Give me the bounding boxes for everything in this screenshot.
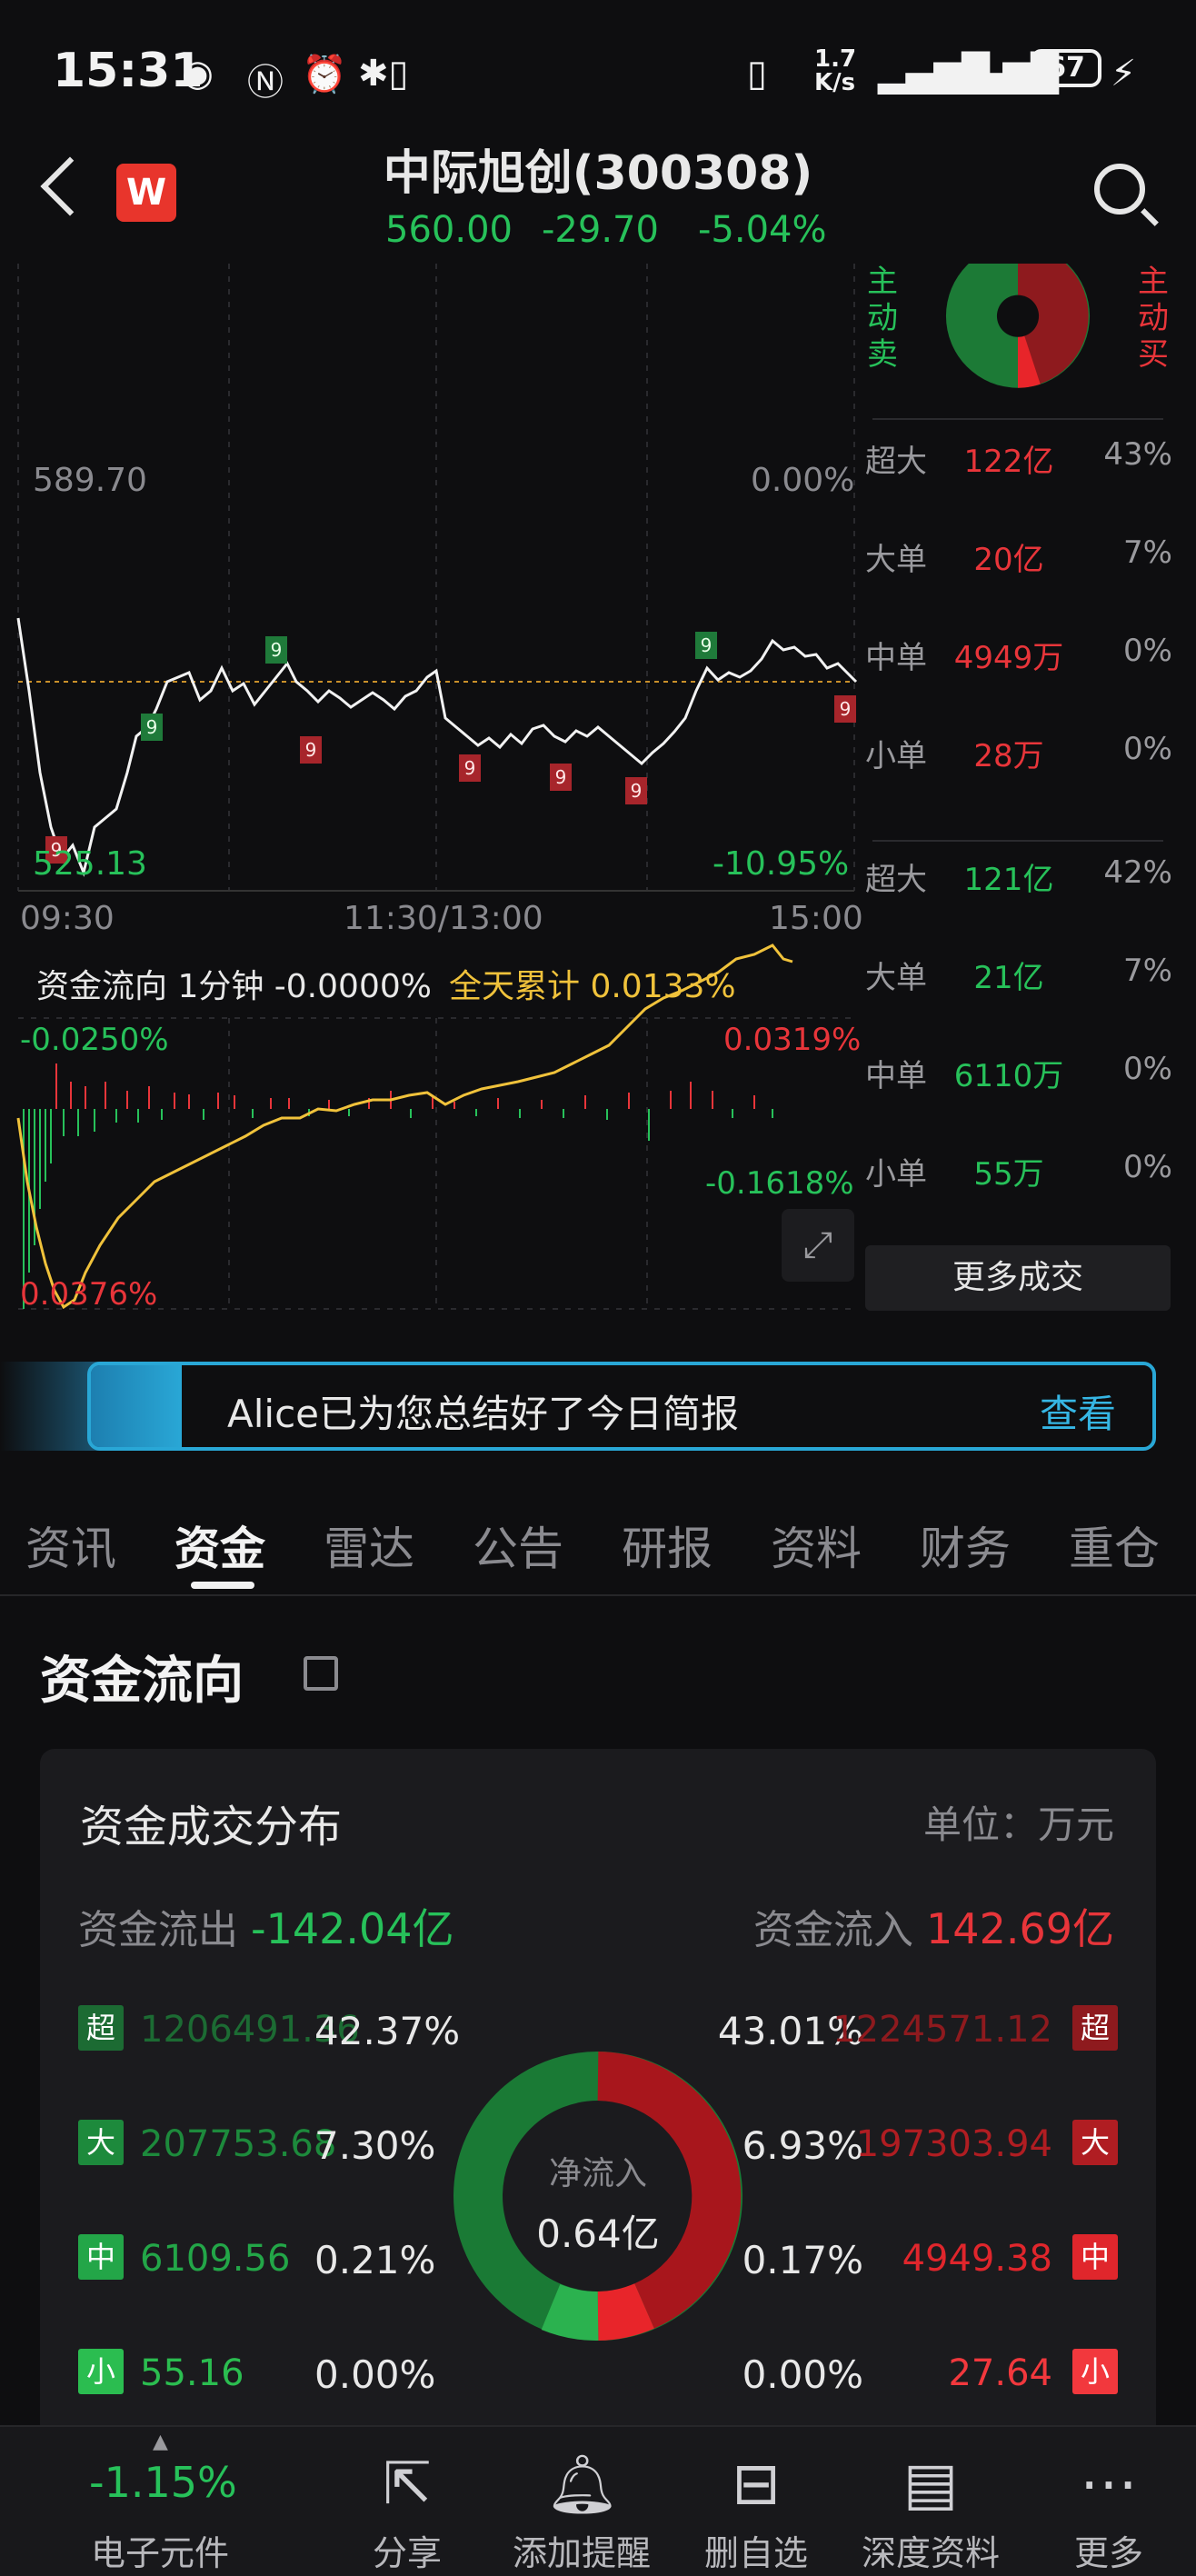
cumulative-flow-label: 全天累计 0.0133% bbox=[449, 968, 736, 1005]
y-high-pct-label: 0.00% bbox=[751, 462, 855, 499]
battery-indicator: 67 bbox=[1031, 49, 1101, 87]
inflow-value: 142.69亿 bbox=[926, 1904, 1114, 1953]
card-title: 资金成交分布 bbox=[80, 1802, 343, 1852]
x-label-mid: 11:30/13:00 bbox=[344, 900, 543, 937]
banner-accent bbox=[91, 1365, 182, 1447]
flow-mid-right: -0.1618% bbox=[705, 1165, 854, 1202]
sell-signal-marker: 9 bbox=[555, 766, 567, 788]
deep-data-button[interactable]: 深度资料 bbox=[858, 2525, 1003, 2575]
search-icon[interactable] bbox=[1094, 164, 1145, 215]
dist-row-small: 小 55.16 0.00% 0.00% 27.64 小 bbox=[40, 2349, 1156, 2403]
stock-price: 560.00 bbox=[385, 209, 513, 251]
vibrate-icon: ▯ bbox=[747, 53, 768, 95]
outflow-summary: 资金流出 -142.04亿 bbox=[78, 1904, 454, 1953]
sell-signal-marker: 9 bbox=[840, 698, 852, 720]
intraday-chart[interactable]: 9 9 9 9 9 9 9 9 9 589.70 0.00% 525.13 -1… bbox=[0, 264, 863, 1327]
flow-bars bbox=[23, 1063, 773, 1309]
buy-signal-marker: 9 bbox=[146, 716, 158, 738]
price-line bbox=[16, 617, 858, 877]
sell-signal-marker: 9 bbox=[631, 780, 643, 802]
add-alert-button[interactable]: 添加提醒 bbox=[509, 2525, 654, 2575]
outflow-value: -142.04亿 bbox=[251, 1904, 454, 1953]
external-link-icon[interactable] bbox=[304, 1656, 338, 1691]
tab-active-indicator bbox=[191, 1582, 254, 1589]
buy-signal-marker: 9 bbox=[701, 634, 713, 656]
share-button[interactable]: 分享 bbox=[353, 2525, 462, 2575]
alarm-icon: ⏰ bbox=[302, 54, 347, 95]
sell-signal-marker: 9 bbox=[464, 757, 476, 779]
buy-signal-marker: 9 bbox=[271, 639, 283, 661]
bluetooth-battery-icon: ✱▯ bbox=[358, 53, 409, 95]
active-sell-label: 主动卖 bbox=[867, 264, 898, 373]
share-icon[interactable]: ⇱ bbox=[371, 2451, 444, 2518]
tab-radar[interactable]: 雷达 bbox=[324, 1513, 414, 1578]
status-time: 15:31 bbox=[53, 44, 204, 98]
active-buy-label: 主动买 bbox=[1138, 264, 1169, 373]
tab-announcements[interactable]: 公告 bbox=[473, 1513, 563, 1578]
flow-label: 资金流向 1分钟 -0.0000% bbox=[36, 968, 432, 1005]
tab-news[interactable]: 资讯 bbox=[25, 1513, 116, 1578]
briefing-banner[interactable]: Alice已为您总结好了今日简报 查看 bbox=[87, 1362, 1156, 1451]
tab-finance[interactable]: 财务 bbox=[920, 1513, 1011, 1578]
tag-large-out: 大 bbox=[78, 2120, 124, 2165]
net-flow-donut bbox=[453, 2052, 743, 2341]
stock-change: -29.70 bbox=[542, 209, 659, 251]
tag-super-in: 超 bbox=[1072, 2005, 1118, 2051]
bottom-toolbar: ▲ -1.15% 电子元件 ⇱ 分享 🔔︎ 添加提醒 ⊟ 删自选 ▤ 深度资料 … bbox=[0, 2425, 1196, 2576]
tag-medium-in: 中 bbox=[1072, 2234, 1118, 2280]
tag-medium-out: 中 bbox=[78, 2234, 124, 2280]
stock-change-pct: -5.04% bbox=[698, 209, 827, 251]
status-bar: 15:31 ◉ Ⓝ ⏰ ✱▯ ▯ 1.7 K/s ▂▄▆█ ▂▄▆█ 67 ⚡ bbox=[0, 0, 1196, 136]
dist-row-super: 超 1206491.36 42.37% 43.01% 1224571.12 超 bbox=[40, 2005, 1156, 2060]
active-trade-pie bbox=[945, 264, 1091, 388]
caret-up-icon: ▲ bbox=[153, 2431, 168, 2453]
remove-watchlist-icon[interactable]: ⊟ bbox=[720, 2451, 792, 2518]
sector-change[interactable]: -1.15% bbox=[89, 2458, 237, 2507]
nfc-icon: Ⓝ bbox=[247, 62, 284, 104]
trade-distribution-panel: 主动卖 主动买 超大 122亿 43% 大单 20亿 7% 中单 4949万 0… bbox=[863, 264, 1172, 1318]
tab-research[interactable]: 研报 bbox=[622, 1513, 713, 1578]
section-title: 资金流向 bbox=[40, 1652, 244, 1711]
more-trades-button[interactable]: 更多成交 bbox=[865, 1245, 1171, 1311]
tag-small-out: 小 bbox=[78, 2349, 124, 2394]
flow-top-right: 0.0319% bbox=[723, 1022, 862, 1058]
stock-title: 中际旭创(300308) bbox=[383, 146, 813, 201]
more-icon[interactable]: ⋯ bbox=[1072, 2451, 1145, 2518]
y-high-label: 589.70 bbox=[33, 462, 147, 499]
deep-data-icon[interactable]: ▤ bbox=[894, 2451, 967, 2518]
sell-signal-marker: 9 bbox=[305, 739, 317, 761]
tag-super-out: 超 bbox=[78, 2005, 124, 2051]
charging-icon: ⚡ bbox=[1111, 53, 1137, 95]
tab-funds[interactable]: 资金 bbox=[174, 1513, 265, 1578]
tab-profile[interactable]: 资料 bbox=[771, 1513, 862, 1578]
banner-view-button[interactable]: 查看 bbox=[1040, 1383, 1116, 1439]
eye-icon: ◉ bbox=[182, 53, 214, 95]
y-low-label: 525.13 bbox=[33, 845, 147, 883]
tag-large-in: 大 bbox=[1072, 2120, 1118, 2165]
flow-top-left: -0.0250% bbox=[20, 1022, 169, 1058]
sector-name[interactable]: 电子元件 bbox=[87, 2525, 233, 2575]
net-speed: 1.7 K/s bbox=[814, 45, 857, 96]
x-label-end: 15:00 bbox=[769, 900, 863, 937]
dist-row-medium: 中 6109.56 0.21% 0.17% 4949.38 中 bbox=[40, 2234, 1156, 2289]
x-label-start: 09:30 bbox=[20, 900, 115, 937]
remove-watchlist-button[interactable]: 删自选 bbox=[702, 2525, 811, 2575]
expand-icon[interactable]: ⤢ bbox=[782, 1209, 854, 1282]
flow-bottom-left: 0.0376% bbox=[20, 1276, 158, 1313]
more-button[interactable]: 更多 bbox=[1063, 2525, 1154, 2575]
banner-text: Alice已为您总结好了今日简报 bbox=[227, 1392, 740, 1436]
tab-bar: 资讯 资金 雷达 公告 研报 资料 财务 重仓 bbox=[0, 1500, 1196, 1596]
bell-icon[interactable]: 🔔︎ bbox=[545, 2451, 619, 2519]
y-low-pct-label: -10.95% bbox=[713, 845, 850, 883]
tag-small-in: 小 bbox=[1072, 2349, 1118, 2394]
card-unit: 单位：万元 bbox=[922, 1802, 1114, 1847]
tab-holdings[interactable]: 重仓 bbox=[1069, 1513, 1160, 1578]
inflow-summary: 资金流入 142.69亿 bbox=[753, 1904, 1114, 1953]
dist-row-large: 大 207753.68 7.30% 6.93% 197303.94 大 bbox=[40, 2120, 1156, 2174]
